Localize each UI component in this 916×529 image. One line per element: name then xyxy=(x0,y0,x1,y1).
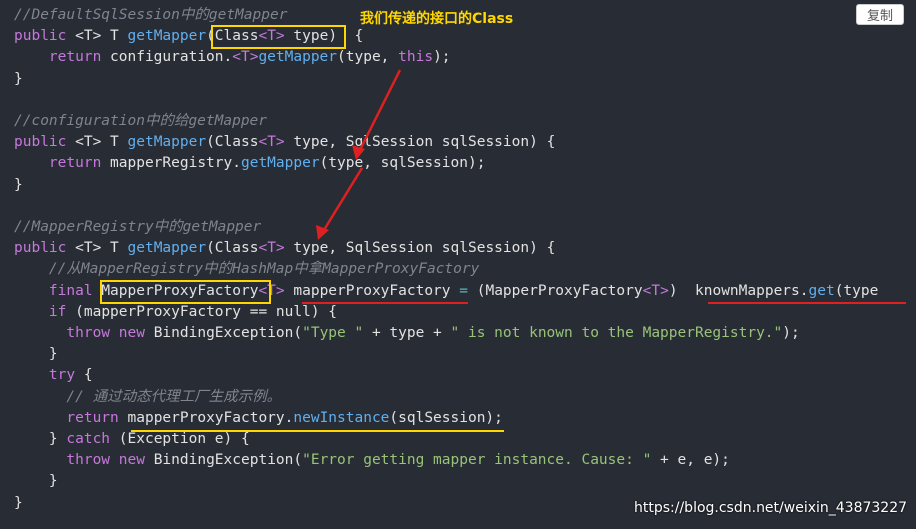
highlight-box-class-type xyxy=(211,25,346,49)
arrow-2 xyxy=(316,167,364,240)
watermark: https://blog.csdn.net/weixin_43873227 xyxy=(634,500,908,516)
copy-button[interactable]: 复制 xyxy=(856,4,904,25)
arrow-1 xyxy=(352,69,402,160)
callout-label: 我们传递的接口的Class xyxy=(360,11,514,27)
highlight-box-mapperproxyfactory xyxy=(100,280,271,304)
annotation-overlay xyxy=(100,25,906,432)
